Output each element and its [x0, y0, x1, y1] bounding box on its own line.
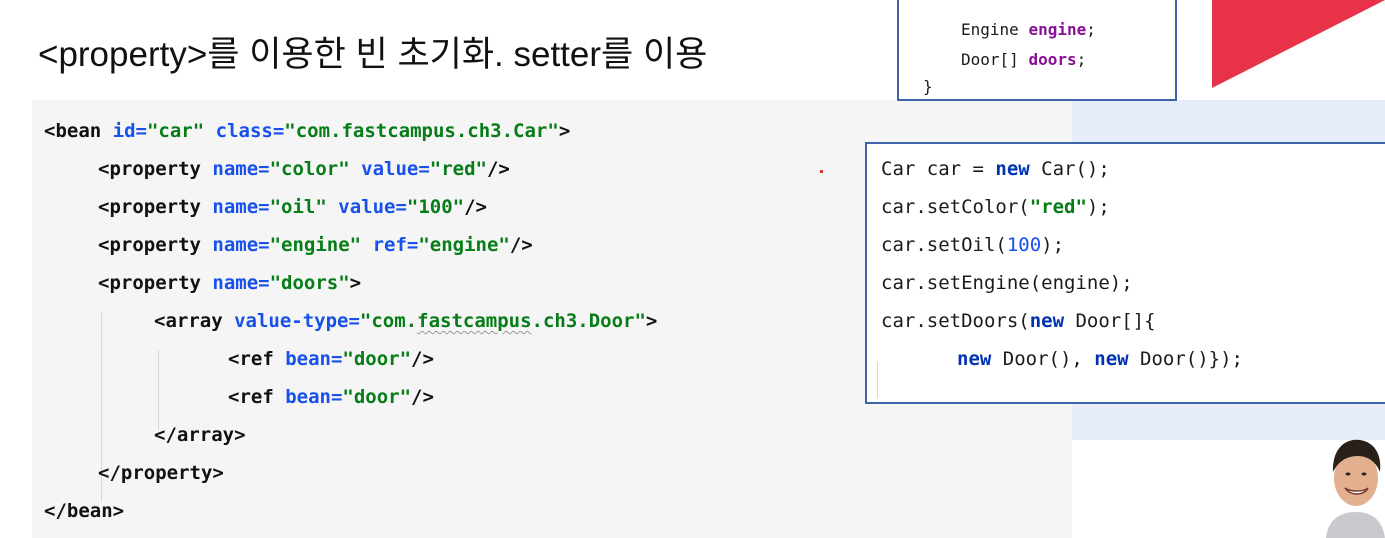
java-line-3: car.setOil(100); [881, 234, 1065, 256]
xml-line-property-oil: <property name="oil" value="100"/> [98, 196, 487, 218]
slide-title: <property>를 이용한 빈 초기화. setter를 이용 [38, 35, 708, 74]
xml-line-array-close: </array> [154, 424, 246, 446]
red-triangle-logo-icon [1212, 0, 1385, 88]
presenter-avatar-icon [1326, 439, 1385, 538]
laser-pointer-dot [820, 170, 823, 173]
class-field-doors: Door[] doors; [961, 50, 1087, 69]
indent-guide [877, 362, 878, 398]
xml-line-ref-door-1: <ref bean="door"/> [228, 348, 434, 370]
java-line-2: car.setColor("red"); [881, 196, 1110, 218]
class-field-engine: Engine engine; [961, 20, 1096, 39]
xml-line-property-color: <property name="color" value="red"/> [98, 158, 510, 180]
xml-line-property-engine: <property name="engine" ref="engine"/> [98, 234, 533, 256]
indent-guide [158, 350, 159, 430]
class-fields-box: Engine engine; Door[] doors; } [897, 0, 1177, 101]
xml-line-ref-door-2: <ref bean="door"/> [228, 386, 434, 408]
class-closing-brace: } [923, 77, 933, 96]
java-code-box: Car car = new Car(); car.setColor("red")… [865, 142, 1385, 404]
xml-line-bean: <bean id="car" class="com.fastcampus.ch3… [44, 120, 571, 142]
java-line-4: car.setEngine(engine); [881, 272, 1133, 294]
java-line-6: new Door(), new Door()}); [957, 348, 1243, 370]
java-line-1: Car car = new Car(); [881, 158, 1110, 180]
xml-line-property-doors: <property name="doors"> [98, 272, 362, 294]
xml-line-property-close: </property> [98, 462, 224, 484]
xml-line-array: <array value-type="com.fastcampus.ch3.Do… [154, 310, 658, 332]
java-line-5: car.setDoors(new Door[]{ [881, 310, 1156, 332]
xml-line-bean-close: </bean> [44, 500, 125, 522]
